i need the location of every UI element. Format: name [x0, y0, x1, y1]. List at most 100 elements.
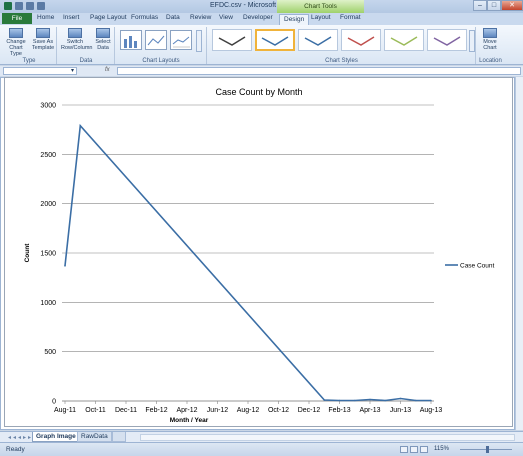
maximize-button[interactable]: □ — [487, 0, 501, 11]
data-point[interactable] — [64, 265, 66, 267]
x-axis-tick-labels: Aug-11 Oct-11 Dec-11 Feb-12 Apr-12 Jun-12 Aug-… — [54, 401, 442, 414]
x-axis-label: Month / Year — [170, 417, 209, 424]
group-chart-styles: Chart Styles — [208, 27, 476, 64]
undo-icon[interactable] — [26, 2, 34, 10]
sheet-tab-rawdata[interactable]: RawData — [77, 432, 112, 442]
data-point[interactable] — [399, 397, 402, 400]
chart-layouts-scroll[interactable] — [196, 30, 202, 52]
group-chart-layouts: Chart Layouts — [116, 27, 207, 64]
data-point[interactable] — [323, 399, 326, 401]
chevron-down-icon[interactable]: ▾ — [71, 68, 74, 74]
tab-format[interactable]: Format — [340, 14, 361, 21]
tab-data[interactable]: Data — [166, 14, 180, 21]
select-data-icon — [96, 28, 110, 38]
close-button[interactable]: ✕ — [501, 0, 523, 11]
save-icon[interactable] — [15, 2, 23, 10]
x-tick-label: Feb-12 — [145, 407, 167, 414]
group-data: Switch Row/Column Select Data Data — [58, 27, 115, 64]
name-box[interactable]: ▾ — [3, 67, 77, 75]
formula-input[interactable] — [117, 67, 521, 75]
ribbon-tab-bar: File Home Insert Page Layout Formulas Da… — [0, 13, 523, 25]
page-layout-view-icon[interactable] — [410, 446, 418, 453]
chart-area[interactable]: Case Count by Month 0 500 1000 1500 2000 2500… — [4, 77, 513, 427]
quick-access-toolbar — [4, 2, 45, 10]
y-tick-label: 500 — [44, 349, 56, 356]
insert-function-icon[interactable]: fx — [105, 67, 110, 73]
y-tick-label: 2000 — [40, 201, 56, 208]
series-points — [64, 124, 432, 402]
data-point[interactable] — [430, 399, 432, 402]
chart-layout-1[interactable] — [120, 30, 142, 50]
page-break-view-icon[interactable] — [420, 446, 428, 453]
excel-app-icon[interactable] — [4, 2, 12, 10]
legend-label: Case Count — [460, 263, 495, 270]
x-tick-label: Dec-11 — [115, 407, 137, 414]
data-point[interactable] — [414, 399, 417, 402]
chart-layout-2[interactable] — [145, 30, 167, 50]
status-bar: Ready 115% — [0, 442, 523, 456]
chart-title: Case Count by Month — [215, 87, 302, 97]
chart-style-5-line — [390, 36, 418, 46]
chart-style-6[interactable] — [427, 29, 467, 51]
move-chart-icon — [483, 28, 497, 38]
group-label-type: Type — [22, 58, 36, 64]
save-as-template-button[interactable]: Save As Template — [31, 28, 55, 51]
x-tick-label: Apr-13 — [359, 407, 380, 414]
group-location: Move Chart Location — [477, 27, 504, 64]
title-bar: EFDC.csv - Microsoft Excel Chart Tools –… — [0, 0, 523, 13]
switch-row-column-icon — [68, 28, 82, 38]
select-data-button[interactable]: Select Data — [91, 28, 115, 51]
data-point[interactable] — [338, 399, 341, 402]
group-label-chart-layouts: Chart Layouts — [142, 58, 180, 64]
horizontal-scrollbar[interactable] — [140, 434, 515, 441]
chart-style-6-line — [433, 36, 461, 46]
normal-view-icon[interactable] — [400, 446, 408, 453]
insert-worksheet-icon[interactable] — [112, 432, 126, 442]
chart-style-3-line — [304, 36, 332, 46]
vertical-scrollbar[interactable] — [515, 77, 523, 430]
x-tick-label: Oct-12 — [268, 407, 289, 414]
chart-style-2-selected[interactable] — [255, 29, 295, 51]
legend[interactable]: Case Count — [445, 263, 495, 270]
chart-style-5[interactable] — [384, 29, 424, 51]
chart-style-3[interactable] — [298, 29, 338, 51]
zoom-level[interactable]: 115% — [434, 446, 449, 452]
tab-formulas[interactable]: Formulas — [131, 14, 158, 21]
data-point[interactable] — [79, 124, 82, 127]
group-label-location: Location — [479, 58, 502, 64]
tab-review[interactable]: Review — [190, 14, 211, 21]
y-tick-label: 1500 — [40, 251, 56, 258]
data-point[interactable] — [353, 399, 356, 402]
tab-page-layout[interactable]: Page Layout — [90, 14, 127, 21]
chart-styles-scroll[interactable] — [469, 30, 475, 52]
chart-style-4[interactable] — [341, 29, 381, 51]
tab-insert[interactable]: Insert — [63, 14, 79, 21]
tab-developer[interactable]: Developer — [243, 14, 273, 21]
layout-3-preview-icon — [172, 36, 190, 48]
x-tick-label: Aug-12 — [237, 407, 260, 414]
change-chart-type-button[interactable]: Change Chart Type — [4, 28, 28, 57]
formula-bar: ▾ fx — [0, 66, 523, 76]
x-tick-label: Aug-11 — [54, 407, 76, 414]
sheet-nav-arrows-icon[interactable]: ◂◂◂▸▸ — [8, 434, 33, 441]
move-chart-button[interactable]: Move Chart — [478, 28, 502, 51]
y-tick-label: 2500 — [40, 152, 56, 159]
minimize-button[interactable]: – — [473, 0, 487, 11]
tab-layout[interactable]: Layout — [311, 14, 331, 21]
zoom-slider-thumb[interactable] — [486, 446, 489, 453]
chart-layout-3[interactable] — [170, 30, 192, 50]
data-point[interactable] — [384, 399, 387, 402]
tab-file[interactable]: File — [2, 13, 32, 24]
sheet-tab-graph-image[interactable]: Graph Image — [32, 432, 80, 442]
tab-design[interactable]: Design — [279, 14, 310, 25]
tab-view[interactable]: View — [219, 14, 233, 21]
tab-home[interactable]: Home — [37, 14, 54, 21]
switch-row-column-button[interactable]: Switch Row/Column — [61, 28, 92, 51]
redo-icon[interactable] — [37, 2, 45, 10]
series-line-case-count[interactable] — [64, 123, 431, 402]
window-controls: – □ ✕ — [473, 0, 523, 11]
chart-style-1[interactable] — [212, 29, 252, 51]
data-point[interactable] — [369, 398, 371, 401]
layout-1-preview-icon — [124, 36, 137, 48]
ribbon-design: Change Chart Type Save As Template Type … — [0, 25, 523, 65]
